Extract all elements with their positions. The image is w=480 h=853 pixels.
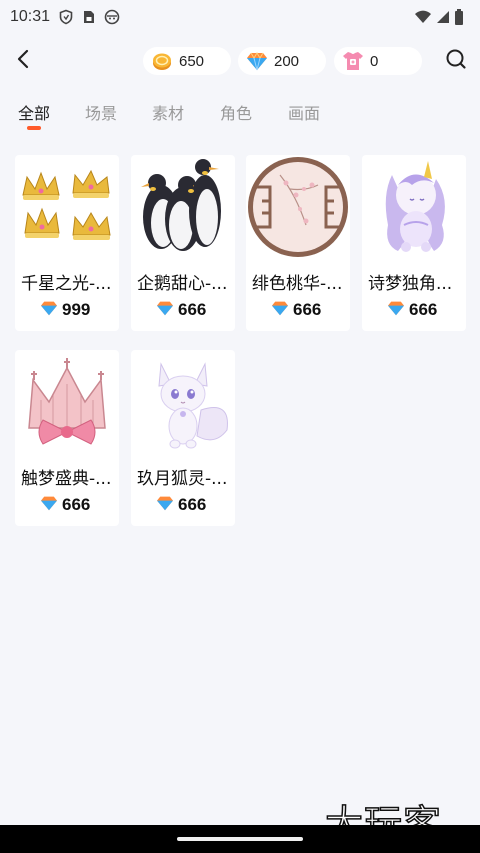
tab-picture[interactable]: 画面 (288, 100, 320, 124)
item-title: 千星之光-... (21, 274, 112, 294)
item-price-value: 666 (293, 300, 322, 319)
unicorn-girl-image (362, 155, 466, 259)
gold-coin-balance[interactable]: 650 (143, 47, 231, 75)
search-icon (445, 48, 467, 74)
status-bar: 10:31 (0, 0, 480, 34)
item-title: 诗梦独角... (368, 274, 453, 294)
search-button[interactable] (443, 48, 469, 74)
item-price: 999 (40, 299, 90, 321)
item-title: 企鹅甜心-... (137, 274, 228, 294)
item-price-value: 999 (62, 300, 91, 319)
item-price: 666 (387, 299, 437, 321)
top-bar: 650 200 0 (0, 42, 480, 80)
battery-icon (454, 8, 464, 26)
item-card[interactable]: 诗梦独角... 666 (362, 155, 466, 331)
gem-icon (246, 50, 268, 72)
item-card[interactable]: 企鹅甜心-... 666 (131, 155, 235, 331)
gem-icon (271, 300, 289, 320)
item-price-value: 666 (409, 300, 438, 319)
item-title: 绯色桃华-... (252, 274, 343, 294)
gem-value: 200 (274, 52, 300, 70)
tab-character[interactable]: 角色 (220, 100, 252, 124)
item-price-value: 666 (178, 300, 207, 319)
category-tabs: 全部 场景 素材 角色 画面 (0, 96, 480, 136)
item-price: 666 (271, 299, 321, 321)
peach-blossom-window-image (246, 155, 350, 259)
chevron-left-icon (16, 49, 30, 73)
tab-material[interactable]: 素材 (152, 100, 184, 124)
item-card[interactable]: 触梦盛典-... 666 (15, 350, 119, 526)
sim-card-icon (82, 9, 96, 25)
item-title: 触梦盛典-... (21, 469, 112, 489)
item-price: 666 (40, 494, 90, 516)
shield-icon (58, 9, 74, 25)
item-price: 666 (156, 494, 206, 516)
item-price-value: 666 (62, 495, 91, 514)
item-price-value: 666 (178, 495, 207, 514)
gold-coin-icon (151, 50, 173, 72)
gem-icon (40, 300, 58, 320)
penguins-image (131, 155, 235, 259)
item-card[interactable]: 玖月狐灵-... 666 (131, 350, 235, 526)
back-button[interactable] (10, 48, 36, 74)
wifi-icon (414, 9, 432, 25)
item-card[interactable]: 绯色桃华-... 666 (246, 155, 350, 331)
shirt-coupon-balance[interactable]: 0 (334, 47, 422, 75)
status-left: 10:31 (10, 8, 120, 26)
status-time: 10:31 (10, 8, 51, 25)
gold-coin-value: 650 (179, 52, 205, 70)
shirt-coupon-value: 0 (370, 52, 379, 70)
tab-all[interactable]: 全部 (18, 100, 50, 124)
tab-scene[interactable]: 场景 (85, 100, 117, 124)
pink-bow-crown-image (15, 350, 119, 454)
shirt-coupon-icon (342, 50, 364, 72)
gold-crowns-image (15, 155, 119, 259)
signal-icon (436, 9, 450, 25)
android-face-icon (104, 9, 120, 25)
gem-icon (156, 495, 174, 515)
status-right (414, 8, 464, 26)
gem-icon (156, 300, 174, 320)
tab-active-indicator (27, 126, 41, 130)
navigation-bar (0, 825, 480, 853)
item-title: 玖月狐灵-... (137, 469, 228, 489)
gem-balance[interactable]: 200 (238, 47, 326, 75)
item-card[interactable]: 千星之光-... 999 (15, 155, 119, 331)
home-indicator[interactable] (177, 837, 303, 841)
item-price: 666 (156, 299, 206, 321)
gem-icon (40, 495, 58, 515)
white-fox-image (131, 350, 235, 454)
gem-icon (387, 300, 405, 320)
